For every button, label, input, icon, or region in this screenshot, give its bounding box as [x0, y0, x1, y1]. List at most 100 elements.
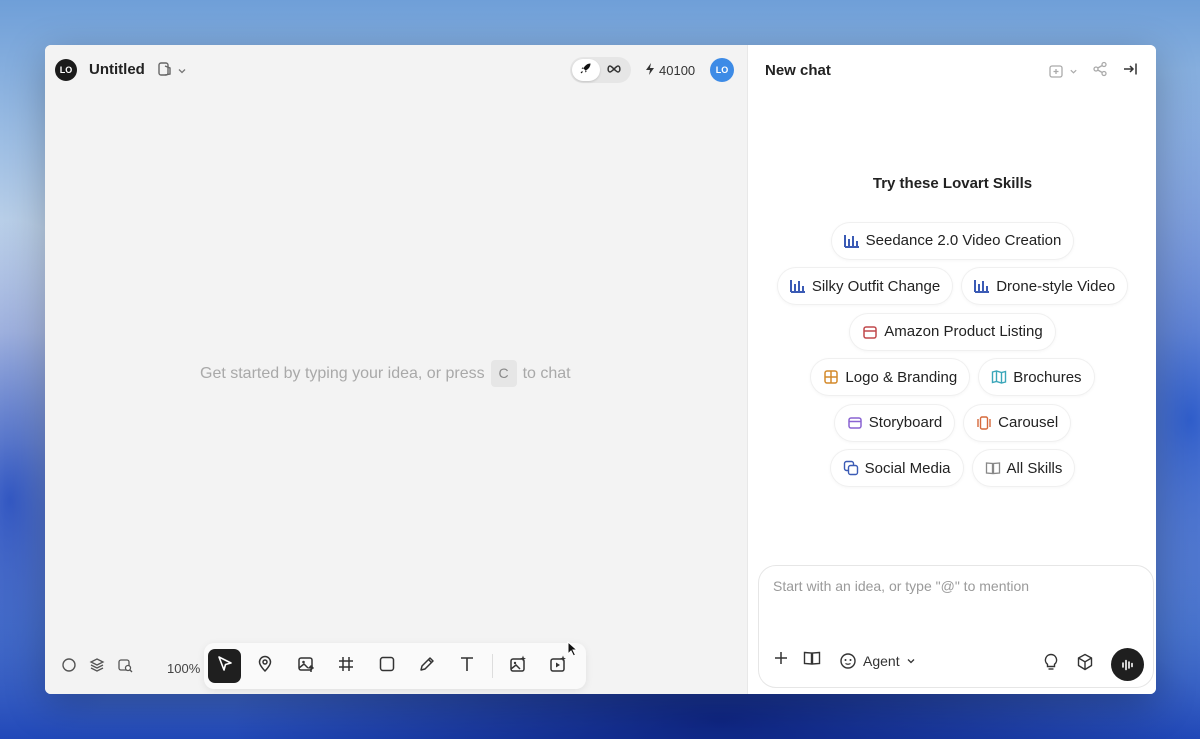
skill-logo-branding[interactable]: Logo & Branding: [811, 359, 970, 396]
video-sparkle-icon: [549, 655, 567, 678]
square-icon: [378, 655, 396, 678]
asset-search-icon[interactable]: [117, 657, 133, 678]
skill-label: Seedance 2.0 Video Creation: [865, 232, 1062, 250]
voice-send-button[interactable]: [1111, 648, 1144, 681]
skill-label: Social Media: [864, 459, 951, 477]
hash-icon: [337, 655, 355, 678]
skills-row: Logo & Branding Brochures: [748, 355, 1156, 401]
image-sparkle-icon: [509, 655, 527, 678]
lovart-logo[interactable]: LO: [55, 59, 77, 81]
skill-seedance-video[interactable]: Seedance 2.0 Video Creation: [831, 222, 1074, 259]
skill-label: Amazon Product Listing: [884, 323, 1043, 341]
zoom-level[interactable]: 100%: [167, 661, 200, 676]
skill-all-skills[interactable]: All Skills: [972, 450, 1075, 487]
chat-panel: New chat Try these Lovart Skills Seedanc…: [747, 45, 1156, 694]
canvas-bottom-controls: [61, 657, 133, 678]
text-t-icon: [458, 655, 476, 678]
chat-title: New chat: [765, 62, 831, 79]
skill-label: Brochures: [1013, 368, 1082, 386]
app-window: LO Untitled 40100 LO Get started by typi…: [45, 45, 1156, 694]
skills-row: Silky Outfit Change Drone-style Video: [748, 264, 1156, 310]
open-book-icon: [985, 462, 1000, 475]
hint-text-after: to chat: [522, 364, 571, 382]
text-tool[interactable]: [451, 649, 484, 683]
folded-map-icon: [991, 370, 1007, 384]
map-pin-icon: [256, 655, 274, 678]
storefront-icon: [863, 326, 878, 339]
skill-label: Storyboard: [868, 414, 943, 432]
lightning-icon: [644, 62, 656, 79]
skill-storyboard[interactable]: Storyboard: [834, 404, 955, 441]
shape-tool[interactable]: [370, 649, 403, 683]
skill-label: All Skills: [1006, 459, 1063, 477]
skills-row: Storyboard Carousel: [748, 400, 1156, 446]
image-generator-tool[interactable]: [501, 649, 534, 683]
canvas-area[interactable]: LO Untitled 40100 LO Get started by typi…: [45, 45, 747, 694]
skill-social-media[interactable]: Social Media: [830, 450, 963, 487]
agent-selector[interactable]: Agent: [839, 652, 916, 670]
hint-text-before: Get started by typing your idea, or pres…: [200, 364, 485, 382]
agent-label: Agent: [863, 652, 900, 669]
chat-shortcut-key: C: [490, 360, 517, 387]
credits-counter[interactable]: 40100: [644, 62, 695, 79]
chat-actions: [1048, 61, 1138, 82]
bar-chart-icon: [974, 280, 990, 294]
skill-label: Logo & Branding: [845, 368, 958, 386]
skills-row: Seedance 2.0 Video Creation: [748, 218, 1156, 264]
toolbar-divider: [492, 654, 494, 678]
cursor-arrow-icon: [216, 655, 234, 678]
share-icon[interactable]: [1092, 61, 1108, 82]
mode-toggle[interactable]: [570, 57, 631, 83]
skills-list: Seedance 2.0 Video Creation Silky Outfit…: [748, 218, 1156, 491]
agent-face-icon: [840, 652, 856, 669]
skill-drone-style-video[interactable]: Drone-style Video: [962, 268, 1128, 305]
infinity-icon: [606, 61, 622, 79]
image-upload-icon: [297, 655, 315, 678]
skill-label: Carousel: [998, 414, 1059, 432]
cube-icon[interactable]: [1077, 653, 1093, 676]
collapse-panel-icon[interactable]: [1122, 61, 1138, 82]
skills-row: Social Media All Skills: [748, 446, 1156, 492]
lightbulb-icon[interactable]: [1043, 653, 1059, 676]
empty-canvas-hint: Get started by typing your idea, or pres…: [200, 360, 571, 387]
file-icon: [157, 61, 173, 82]
skill-carousel[interactable]: Carousel: [964, 404, 1071, 441]
document-title[interactable]: Untitled: [89, 61, 145, 78]
chevron-down-icon: [177, 63, 187, 81]
new-chat-icon[interactable]: [1048, 64, 1078, 80]
upload-image-tool[interactable]: [289, 649, 322, 683]
document-menu-button[interactable]: [157, 61, 187, 82]
select-tool[interactable]: [208, 649, 242, 683]
social-stack-icon: [843, 461, 858, 476]
book-icon[interactable]: [803, 650, 821, 671]
skills-heading: Try these Lovart Skills: [872, 175, 1033, 192]
carousel-icon: [977, 416, 991, 430]
pen-tool[interactable]: [410, 649, 443, 683]
chat-input[interactable]: [773, 578, 1133, 594]
bar-chart-icon: [843, 234, 859, 248]
canvas-topbar: LO Untitled 40100 LO: [45, 45, 747, 95]
unlimited-mode-button[interactable]: [600, 59, 628, 81]
chevron-down-icon: [907, 658, 915, 663]
skill-brochures[interactable]: Brochures: [979, 359, 1094, 396]
layers-icon[interactable]: [89, 657, 105, 678]
pencil-icon: [418, 655, 436, 678]
mark-tool[interactable]: [248, 649, 281, 683]
composer-right-actions: [1043, 648, 1144, 681]
fast-mode-button[interactable]: [572, 59, 600, 81]
user-avatar[interactable]: LO: [710, 58, 734, 82]
skill-label: Drone-style Video: [996, 277, 1116, 295]
mouse-cursor-icon: [567, 641, 579, 657]
skill-silky-outfit-change[interactable]: Silky Outfit Change: [777, 268, 953, 305]
chevron-down-icon: [1070, 69, 1077, 74]
clapperboard-icon: [848, 417, 862, 429]
credits-value: 40100: [659, 63, 696, 78]
skill-amazon-product-listing[interactable]: Amazon Product Listing: [850, 313, 1055, 350]
skill-label: Silky Outfit Change: [811, 277, 941, 295]
bar-chart-icon: [789, 280, 805, 294]
composer-left-actions: Agent: [773, 650, 916, 671]
plus-icon[interactable]: [773, 650, 789, 671]
circle-icon[interactable]: [61, 657, 77, 678]
canvas-toolbar: [204, 643, 586, 689]
frame-tool[interactable]: [329, 649, 362, 683]
